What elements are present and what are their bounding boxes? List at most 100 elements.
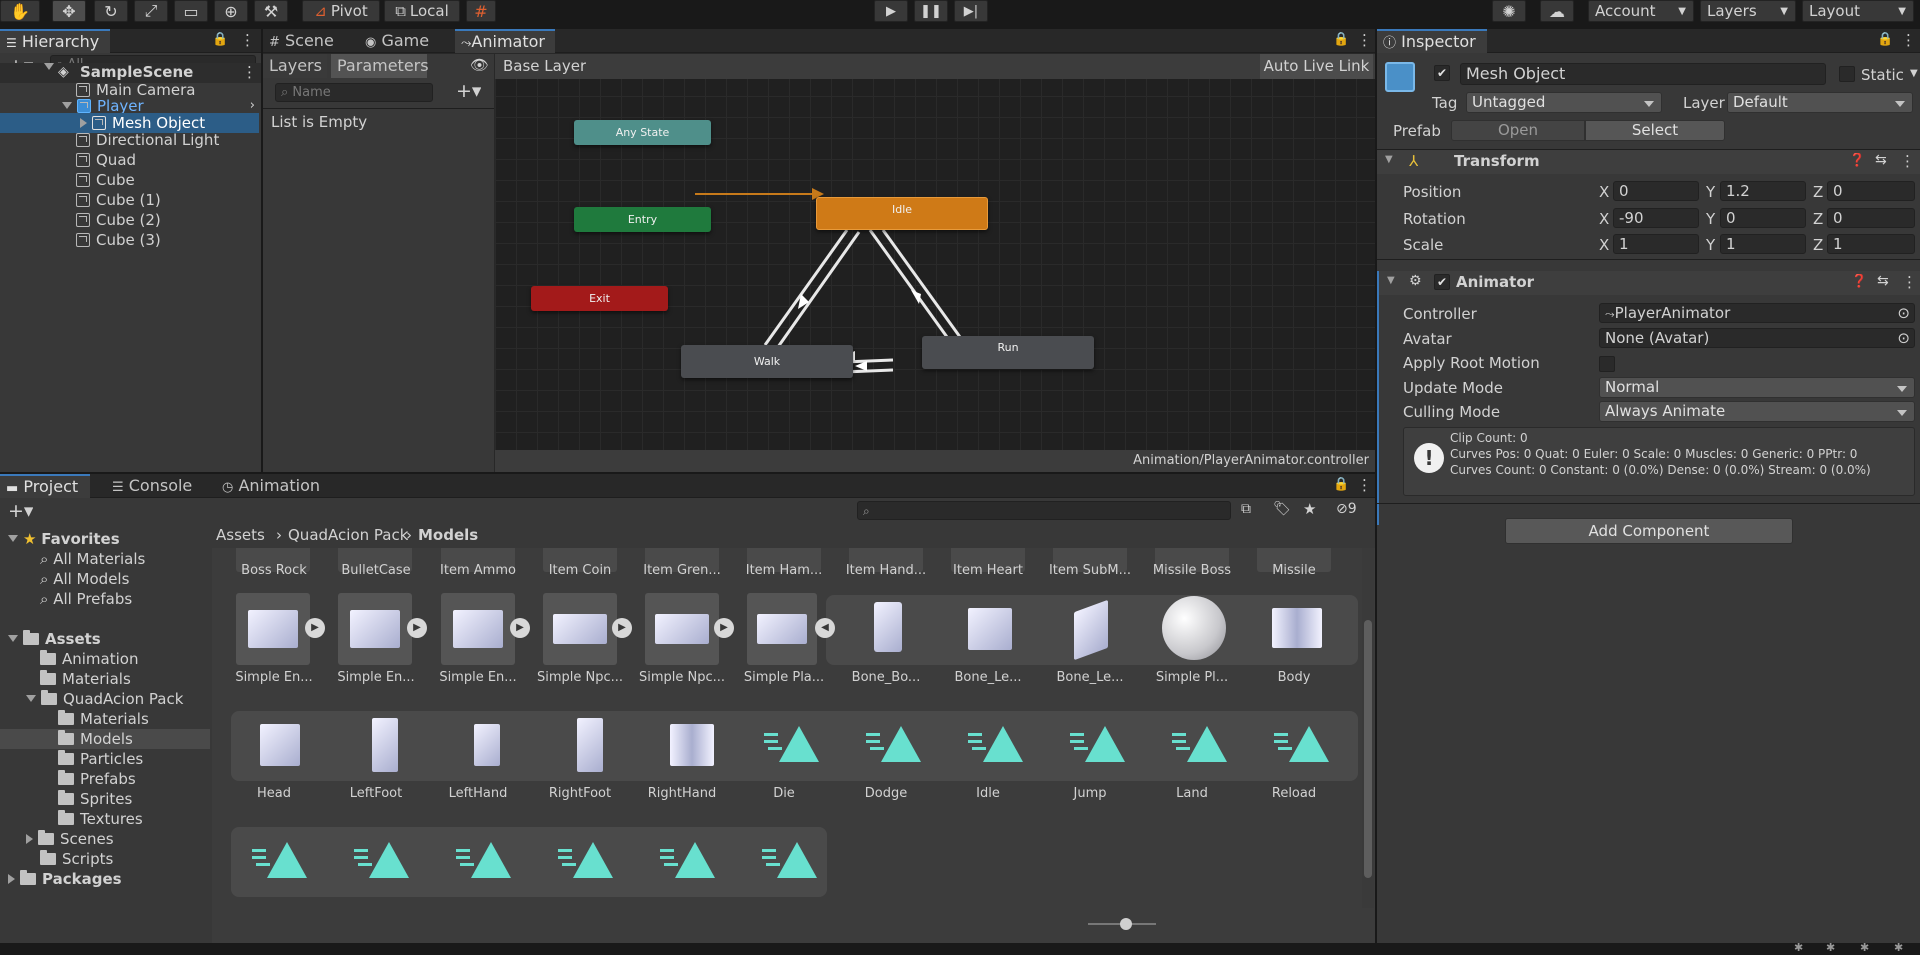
- transform-tool-icon[interactable]: ⊕: [214, 0, 248, 22]
- culling-mode-dropdown[interactable]: Always Animate: [1599, 401, 1915, 422]
- animation-clip-icon[interactable]: [1070, 726, 1125, 762]
- scale-z-field[interactable]: 1: [1827, 234, 1915, 254]
- animation-clip-icon[interactable]: [558, 842, 613, 878]
- mesh-preview[interactable]: [968, 608, 1012, 650]
- animation-clip-icon[interactable]: [660, 842, 715, 878]
- static-checkbox[interactable]: [1839, 66, 1855, 82]
- component-menu-icon[interactable]: ⋮: [1900, 152, 1915, 170]
- animation-clip-icon[interactable]: [866, 726, 921, 762]
- folder-item[interactable]: Textures: [58, 809, 143, 829]
- object-name-field[interactable]: Mesh Object: [1460, 63, 1826, 85]
- scale-x-field[interactable]: 1: [1613, 234, 1699, 254]
- model-thumbnail[interactable]: [441, 593, 515, 665]
- layout-dropdown[interactable]: Layout ▼: [1802, 0, 1914, 22]
- mesh-preview[interactable]: [874, 602, 902, 652]
- collapse-model-icon[interactable]: ◀: [815, 618, 835, 638]
- state-entry[interactable]: Entry: [574, 207, 711, 232]
- hierarchy-item[interactable]: Cube (1): [76, 190, 161, 210]
- apply-root-motion-checkbox[interactable]: [1599, 356, 1615, 372]
- component-menu-icon[interactable]: ⋮: [1902, 273, 1917, 291]
- animation-clip-icon[interactable]: [968, 726, 1023, 762]
- more-icon[interactable]: ⋮: [1357, 476, 1372, 494]
- state-idle[interactable]: Idle: [816, 197, 988, 230]
- rotation-z-field[interactable]: 0: [1827, 208, 1915, 228]
- model-thumbnail[interactable]: [747, 593, 817, 665]
- hidden-packages-icon[interactable]: ⊘9: [1336, 501, 1357, 517]
- help-icon[interactable]: ❓: [1849, 153, 1865, 168]
- folder-item[interactable]: Materials: [58, 709, 149, 729]
- model-thumbnail[interactable]: [338, 593, 412, 665]
- scale-y-field[interactable]: 1: [1720, 234, 1806, 254]
- mesh-preview[interactable]: [260, 724, 300, 766]
- state-run[interactable]: Run: [922, 336, 1094, 369]
- hierarchy-item[interactable]: Cube (2): [76, 210, 161, 230]
- lock-icon[interactable]: 🔒: [1877, 32, 1893, 47]
- folder-item[interactable]: QuadAcion Pack: [26, 689, 183, 709]
- update-mode-dropdown[interactable]: Normal: [1599, 377, 1915, 398]
- animation-clip-icon[interactable]: [1172, 726, 1227, 762]
- folder-item[interactable]: Sprites: [58, 789, 132, 809]
- filter-label-icon[interactable]: 🏷: [1273, 501, 1291, 517]
- hand-tool-icon[interactable]: ✋: [0, 0, 40, 22]
- scene-row[interactable]: ◈ SampleScene ⋮: [0, 63, 261, 81]
- animator-enabled-checkbox[interactable]: ✔: [1434, 274, 1450, 290]
- favorites-row[interactable]: ★ Favorites: [8, 529, 120, 549]
- tab-console[interactable]: ☰ Console: [106, 474, 198, 498]
- zoom-slider-thumb[interactable]: [1120, 918, 1132, 930]
- bug-icon[interactable]: ✱: [1794, 941, 1803, 954]
- state-walk[interactable]: Walk: [681, 345, 853, 378]
- expand-model-icon[interactable]: ▶: [612, 618, 632, 638]
- more-icon[interactable]: ⋮: [240, 31, 255, 49]
- favorite-item[interactable]: ⌕ All Models: [40, 569, 129, 589]
- breadcrumb-pack[interactable]: QuadAcion Pack: [288, 526, 408, 544]
- custom-tool-icon[interactable]: ⚒: [254, 0, 288, 22]
- animation-clip-icon[interactable]: [252, 842, 307, 878]
- step-button[interactable]: ▶|: [954, 0, 988, 22]
- hierarchy-item[interactable]: Cube: [76, 170, 135, 190]
- folder-item-models[interactable]: Models: [58, 729, 133, 749]
- animator-component-header[interactable]: ▼ ⚙ ✔ Animator ❓ ⇆ ⋮: [1377, 271, 1920, 295]
- sphere-preview[interactable]: [1162, 596, 1226, 660]
- mesh-preview[interactable]: [474, 724, 500, 766]
- state-any-state[interactable]: Any State: [574, 120, 711, 145]
- services-icon[interactable]: ✺: [1492, 0, 1526, 22]
- model-thumbnail[interactable]: [236, 593, 310, 665]
- position-x-field[interactable]: 0: [1613, 181, 1699, 201]
- animator-graph[interactable]: Base Layer Auto Live Link Any State Entr…: [495, 54, 1375, 472]
- expand-model-icon[interactable]: ▶: [714, 618, 734, 638]
- tag-dropdown[interactable]: Untagged: [1466, 92, 1662, 113]
- play-button[interactable]: ▶: [874, 0, 908, 22]
- expand-model-icon[interactable]: ▶: [510, 618, 530, 638]
- move-tool-icon[interactable]: ✥: [52, 0, 86, 22]
- parameter-search-input[interactable]: ⌕ Name: [275, 83, 433, 102]
- rotation-x-field[interactable]: -90: [1613, 208, 1699, 228]
- transform-header[interactable]: ▼ ⅄ Transform ❓ ⇆ ⋮: [1377, 150, 1920, 174]
- tab-project[interactable]: ▬ Project: [0, 474, 90, 498]
- hierarchy-item[interactable]: Cube (3): [76, 230, 161, 250]
- tab-parameters[interactable]: Parameters: [331, 54, 429, 78]
- pause-button[interactable]: ❚❚: [914, 0, 948, 22]
- model-thumbnail[interactable]: [543, 593, 617, 665]
- project-search-input[interactable]: ⌕: [857, 501, 1231, 520]
- object-picker-icon[interactable]: ⊙: [1897, 329, 1910, 347]
- preset-icon[interactable]: ⇆: [1875, 152, 1887, 168]
- position-z-field[interactable]: 0: [1827, 181, 1915, 201]
- add-parameter-button[interactable]: +▾: [456, 80, 481, 102]
- cloud-icon[interactable]: ☁: [1540, 0, 1574, 22]
- mesh-preview[interactable]: [577, 718, 603, 772]
- layers-dropdown[interactable]: Layers ▼: [1700, 0, 1796, 22]
- folder-item[interactable]: Particles: [58, 749, 143, 769]
- packages-row[interactable]: Packages: [8, 869, 122, 889]
- layer-dropdown[interactable]: Default: [1727, 92, 1913, 113]
- expand-model-icon[interactable]: ▶: [407, 618, 427, 638]
- animation-clip-icon[interactable]: [764, 726, 819, 762]
- lock-icon[interactable]: 🔒: [212, 32, 228, 47]
- prefab-select-button[interactable]: Select: [1585, 120, 1725, 141]
- asset-scroll-area[interactable]: Boss Rock BulletCase Item Ammo Item Coin…: [212, 548, 1360, 903]
- tab-game[interactable]: ◉ Game: [359, 29, 441, 53]
- breadcrumb-assets[interactable]: Assets: [216, 526, 265, 544]
- tab-animation[interactable]: ◷ Animation: [216, 474, 326, 498]
- animation-clip-icon[interactable]: [456, 842, 511, 878]
- scrollbar-thumb[interactable]: [1364, 620, 1372, 878]
- tab-hierarchy[interactable]: ☰ Hierarchy: [0, 29, 110, 53]
